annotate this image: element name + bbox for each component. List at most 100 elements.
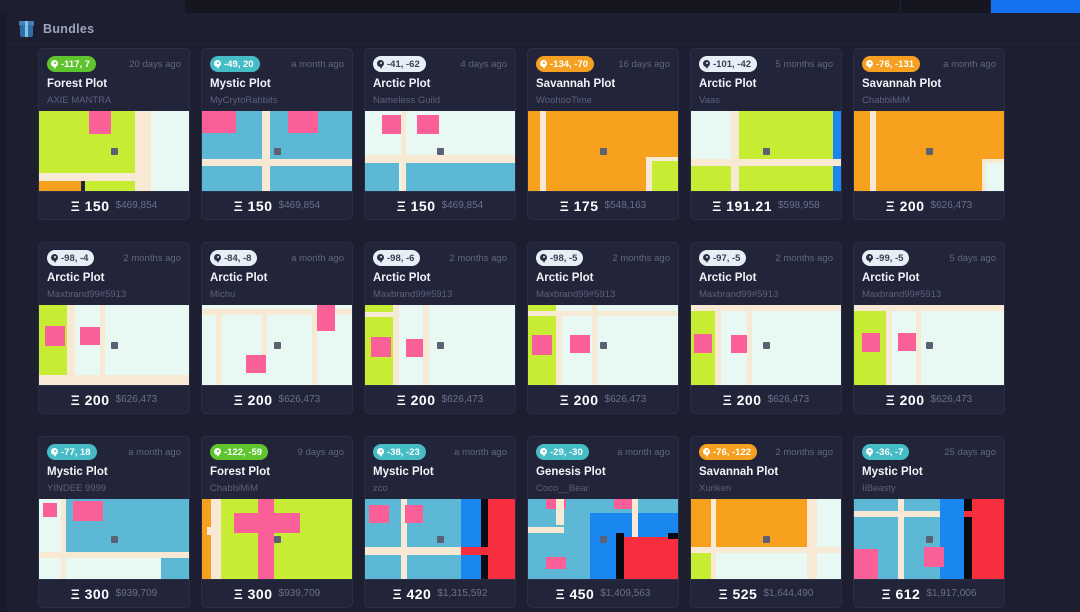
coordinate-badge[interactable]: -98, -6 <box>373 250 421 266</box>
listing-time: 2 months ago <box>449 252 507 264</box>
plot-name: Mystic Plot <box>47 466 108 478</box>
coordinate-label: -76, -122 <box>713 446 752 458</box>
map-tile <box>258 499 274 579</box>
coordinate-badge[interactable]: -101, -42 <box>699 56 758 72</box>
plot-map-thumbnail[interactable] <box>365 111 515 191</box>
coordinate-badge[interactable]: -38, -23 <box>373 444 426 460</box>
coordinate-badge[interactable]: -97, -5 <box>699 250 747 266</box>
bundle-card[interactable]: -84, -8 a month ago Arctic Plot Michu Ξ … <box>201 242 353 414</box>
eth-price: Ξ 191.21 <box>712 197 772 214</box>
coordinate-badge[interactable]: -76, -122 <box>699 444 758 460</box>
plot-name: Arctic Plot <box>373 78 431 90</box>
coordinate-label: -97, -5 <box>713 252 741 264</box>
map-tile <box>694 334 712 353</box>
card-header: -76, -122 2 months ago Savannah Plot Xur… <box>691 437 841 499</box>
bundle-card[interactable]: -98, -6 2 months ago Arctic Plot Maxbran… <box>364 242 516 414</box>
map-tile <box>870 111 876 191</box>
plot-map-thumbnail[interactable] <box>854 499 1004 579</box>
map-tile <box>369 505 389 523</box>
bundle-card[interactable]: -77, 18 a month ago Mystic Plot YINDEE 9… <box>38 436 190 608</box>
plot-map-thumbnail[interactable] <box>39 305 189 385</box>
listing-time: 2 months ago <box>775 446 833 458</box>
coordinate-badge[interactable]: -122, -59 <box>210 444 269 460</box>
coordinate-label: -38, -23 <box>387 446 420 458</box>
plot-center-marker <box>274 536 281 543</box>
coordinate-badge[interactable]: -77, 18 <box>47 444 97 460</box>
plot-map-thumbnail[interactable] <box>528 305 678 385</box>
bundle-card[interactable]: -98, -4 2 months ago Arctic Plot Maxbran… <box>38 242 190 414</box>
bundle-card[interactable]: -76, -131 a month ago Savannah Plot Chab… <box>853 48 1005 220</box>
bundle-card[interactable]: -98, -5 2 months ago Arctic Plot Maxbran… <box>527 242 679 414</box>
bundle-card[interactable]: -38, -23 a month ago Mystic Plot zco Ξ 4… <box>364 436 516 608</box>
eth-price: Ξ 200 <box>396 391 436 408</box>
coordinate-badge[interactable]: -36, -7 <box>862 444 910 460</box>
bundle-card[interactable]: -41, -62 4 days ago Arctic Plot Nameless… <box>364 48 516 220</box>
plot-map-thumbnail[interactable] <box>854 111 1004 191</box>
coordinate-badge[interactable]: -134, -70 <box>536 56 595 72</box>
plot-map-thumbnail[interactable] <box>202 499 352 579</box>
map-tile <box>854 549 878 579</box>
plot-owner: Coco__Bear <box>536 483 589 494</box>
bundle-card[interactable]: -76, -122 2 months ago Savannah Plot Xur… <box>690 436 842 608</box>
bundle-card[interactable]: -97, -5 2 months ago Arctic Plot Maxbran… <box>690 242 842 414</box>
map-tile <box>556 499 564 525</box>
plot-map-thumbnail[interactable] <box>854 305 1004 385</box>
usd-price: $939,709 <box>115 588 158 599</box>
map-tile <box>833 111 841 159</box>
plot-map-thumbnail[interactable] <box>691 305 841 385</box>
listing-time: 16 days ago <box>618 58 670 70</box>
bundle-card[interactable]: -122, -59 9 days ago Forest Plot ChabbiM… <box>201 436 353 608</box>
plot-map-thumbnail[interactable] <box>39 111 189 191</box>
coordinate-badge[interactable]: -29, -30 <box>536 444 589 460</box>
map-tile <box>691 553 711 579</box>
coordinate-badge[interactable]: -84, -8 <box>210 250 258 266</box>
coordinate-badge[interactable]: -98, -4 <box>47 250 95 266</box>
bundle-card[interactable]: -29, -30 a month ago Genesis Plot Coco__… <box>527 436 679 608</box>
usd-price: $626,473 <box>767 394 810 405</box>
map-tile <box>940 499 964 579</box>
coordinate-badge[interactable]: -76, -131 <box>862 56 921 72</box>
plot-map-thumbnail[interactable] <box>202 305 352 385</box>
listing-time: a month ago <box>291 252 344 264</box>
coordinate-badge[interactable]: -98, -5 <box>536 250 584 266</box>
bundle-card[interactable]: -99, -5 5 days ago Arctic Plot Maxbrand9… <box>853 242 1005 414</box>
plot-map-thumbnail[interactable] <box>691 111 841 191</box>
plot-name: Savannah Plot <box>862 78 942 90</box>
map-tile <box>570 335 590 353</box>
plot-map-thumbnail[interactable] <box>691 499 841 579</box>
map-tile <box>393 305 399 385</box>
topbar-accent-button[interactable] <box>991 0 1080 13</box>
price-bar: Ξ 150 $469,854 <box>365 191 515 219</box>
eth-price: Ξ 420 <box>392 585 432 602</box>
coordinate-badge[interactable]: -41, -62 <box>373 56 426 72</box>
plot-center-marker <box>437 342 444 349</box>
map-tile <box>532 335 552 355</box>
plot-map-thumbnail[interactable] <box>202 111 352 191</box>
coordinate-label: -84, -8 <box>224 252 252 264</box>
bundle-card[interactable]: -101, -42 5 months ago Arctic Plot Vaas … <box>690 48 842 220</box>
map-tile <box>711 499 716 579</box>
price-bar: Ξ 200 $626,473 <box>365 385 515 413</box>
listing-time: 20 days ago <box>129 58 181 70</box>
bundle-card[interactable]: -134, -70 16 days ago Savannah Plot Wooh… <box>527 48 679 220</box>
plot-map-thumbnail[interactable] <box>365 499 515 579</box>
plot-map-thumbnail[interactable] <box>39 499 189 579</box>
plot-center-marker <box>111 148 118 155</box>
plot-map-thumbnail[interactable] <box>365 305 515 385</box>
plot-map-thumbnail[interactable] <box>528 111 678 191</box>
plot-map-thumbnail[interactable] <box>528 499 678 579</box>
location-pin-icon <box>866 59 873 69</box>
plot-owner: Nameless Guild <box>373 95 441 106</box>
coordinate-badge[interactable]: -99, -5 <box>862 250 910 266</box>
bundle-card[interactable]: -49, 20 a month ago Mystic Plot MyCrytoR… <box>201 48 353 220</box>
listing-time: a month ago <box>128 446 181 458</box>
bundle-card[interactable]: -36, -7 25 days ago Mystic Plot IiBeasty… <box>853 436 1005 608</box>
plot-center-marker <box>274 342 281 349</box>
map-tile <box>556 316 562 385</box>
coordinate-badge[interactable]: -49, 20 <box>210 56 260 72</box>
usd-price: $626,473 <box>930 394 973 405</box>
map-tile <box>886 311 892 385</box>
coordinate-badge[interactable]: -117, 7 <box>47 56 97 72</box>
bundle-card[interactable]: -117, 7 20 days ago Forest Plot AXIE MAN… <box>38 48 190 220</box>
map-tile <box>691 166 731 191</box>
